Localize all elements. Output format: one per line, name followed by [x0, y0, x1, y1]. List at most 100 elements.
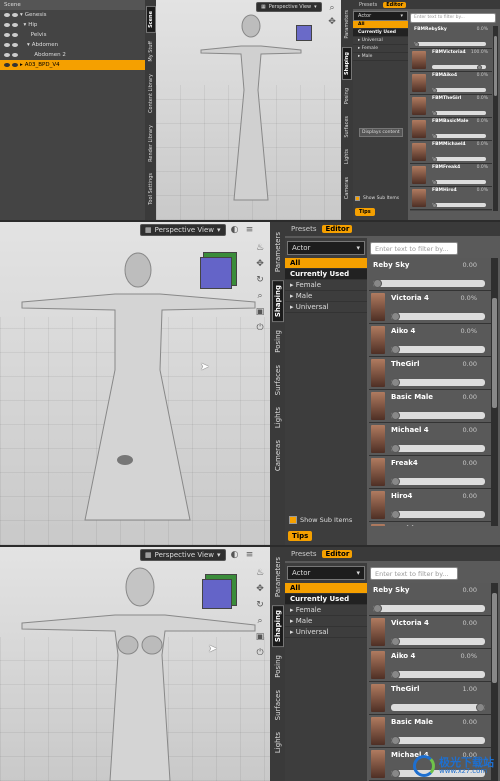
morph-row[interactable]: FBMVictoria4 100.0% — [410, 49, 492, 72]
morph-value[interactable]: 1.00 — [463, 685, 477, 693]
category-female[interactable]: ▸ Female — [285, 280, 367, 291]
slider-knob[interactable] — [414, 41, 419, 47]
displays-content-button[interactable]: Displays content — [359, 128, 403, 137]
tab-lights[interactable]: Lights — [273, 403, 283, 432]
morph-slider[interactable] — [432, 133, 486, 139]
morph-value[interactable]: 0.0% — [460, 294, 477, 302]
tips-button[interactable]: Tips — [288, 531, 313, 541]
reset-view-icon[interactable]: ◐ — [229, 549, 241, 561]
checkbox[interactable] — [355, 196, 360, 201]
slider-knob[interactable] — [391, 637, 400, 646]
tab-editor[interactable]: Editor — [383, 1, 407, 8]
tab-render-library[interactable]: Render Library — [147, 121, 155, 166]
scene-item[interactable]: ▾ Abdomen — [0, 40, 145, 50]
slider-knob[interactable] — [432, 87, 437, 93]
slider-knob[interactable] — [373, 604, 382, 613]
morph-value[interactable]: 100.0% — [471, 50, 488, 55]
slider-knob[interactable] — [391, 736, 400, 745]
eye-icon[interactable] — [12, 33, 18, 37]
eye-icon[interactable] — [4, 53, 10, 57]
scene-item-selected[interactable]: ▸ A03_BPD_V4 — [0, 60, 145, 70]
morph-slider[interactable] — [391, 703, 485, 712]
morph-value[interactable]: 0.00 — [463, 393, 477, 401]
tab-surfaces[interactable]: Surfaces — [273, 361, 283, 399]
scrollbar[interactable] — [493, 26, 498, 211]
eye-icon[interactable] — [12, 23, 18, 27]
slider-knob[interactable] — [432, 133, 437, 139]
tab-posing[interactable]: Posing — [273, 326, 283, 357]
eye-icon[interactable] — [4, 63, 10, 67]
morph-slider[interactable] — [391, 736, 485, 745]
morph-value[interactable]: 0.0% — [477, 188, 488, 193]
morph-value[interactable]: 0.0% — [460, 652, 477, 660]
tab-scene[interactable]: Scene — [145, 6, 156, 33]
morph-value[interactable]: 0.00 — [463, 360, 477, 368]
tab-presets[interactable]: Presets — [291, 225, 316, 233]
search-icon[interactable]: ⌕ — [326, 2, 338, 14]
actor-dropdown[interactable]: Actor ▾ — [287, 566, 365, 580]
morph-value[interactable]: 0.0% — [477, 27, 488, 32]
scene-item[interactable]: ▾ Genesis — [0, 10, 145, 20]
morph-slider[interactable] — [391, 510, 485, 519]
tab-posing[interactable]: Posing — [343, 84, 351, 108]
morph-row[interactable]: FBMTheGirl 0.0% — [410, 95, 492, 118]
morph-row[interactable]: Anubis — [369, 522, 491, 526]
tab-presets[interactable]: Presets — [291, 550, 316, 558]
morph-value[interactable]: 0.00 — [463, 261, 477, 269]
tab-parameters[interactable]: Parameters — [273, 553, 283, 601]
morph-row[interactable]: Reby Sky 0.00 — [369, 583, 491, 616]
tab-surfaces[interactable]: Surfaces — [343, 112, 351, 142]
category-female[interactable]: ▸ Female — [285, 605, 367, 616]
slider-knob[interactable] — [391, 378, 400, 387]
morph-slider[interactable] — [391, 637, 485, 646]
filter-input[interactable]: Enter text to filter by... — [370, 567, 458, 580]
morph-row[interactable]: TheGirl 1.00 — [369, 682, 491, 715]
morph-value[interactable]: 0.0% — [477, 142, 488, 147]
checkbox[interactable] — [289, 516, 297, 524]
morph-row[interactable]: Basic Male 0.00 — [369, 715, 491, 748]
tab-shaping[interactable]: Shaping — [271, 280, 284, 323]
slider-knob[interactable] — [432, 202, 437, 208]
morph-value[interactable]: 0.0% — [477, 96, 488, 101]
slider-knob[interactable] — [477, 64, 482, 70]
morph-slider[interactable] — [373, 279, 485, 288]
tab-lights[interactable]: Lights — [273, 728, 283, 757]
scrollbar[interactable] — [491, 258, 498, 526]
morph-slider[interactable] — [432, 179, 486, 185]
filter-input[interactable]: Enter text to filter by... — [410, 13, 496, 23]
morph-row[interactable]: Basic Male 0.00 — [369, 390, 491, 423]
morph-row[interactable]: Aiko 4 0.0% — [369, 324, 491, 357]
slider-knob[interactable] — [391, 769, 400, 778]
menu-icon[interactable]: ≡ — [244, 549, 256, 561]
morph-row[interactable]: FBMRebySky 0.0% — [410, 26, 492, 49]
morph-row[interactable]: Victoria 4 0.0% — [369, 291, 491, 324]
tab-surfaces[interactable]: Surfaces — [273, 686, 283, 724]
morph-slider[interactable] — [432, 156, 486, 162]
morph-row[interactable]: Aiko 4 0.0% — [369, 649, 491, 682]
slider-knob[interactable] — [391, 345, 400, 354]
morph-slider[interactable] — [391, 378, 485, 387]
morph-value[interactable]: 0.00 — [463, 718, 477, 726]
morph-row[interactable]: Freak4 0.00 — [369, 456, 491, 489]
morph-slider[interactable] — [432, 64, 486, 70]
morph-value[interactable]: 0.00 — [463, 586, 477, 594]
tab-content-library[interactable]: Content Library — [147, 70, 155, 117]
slider-knob[interactable] — [432, 179, 437, 185]
slider-knob[interactable] — [391, 670, 400, 679]
morph-row[interactable]: FBMMichael4 0.0% — [410, 141, 492, 164]
eye-icon[interactable] — [4, 23, 10, 27]
category-currently-used[interactable]: Currently Used — [353, 29, 408, 37]
category-universal[interactable]: ▸ Universal — [285, 302, 367, 313]
category-currently-used[interactable]: Currently Used — [285, 269, 367, 280]
category-currently-used[interactable]: Currently Used — [285, 594, 367, 605]
scene-item[interactable]: Pelvis — [0, 30, 145, 40]
scroll-thumb[interactable] — [494, 36, 497, 96]
scroll-thumb[interactable] — [492, 593, 497, 683]
menu-icon[interactable]: ≡ — [244, 224, 256, 236]
morph-slider[interactable] — [391, 477, 485, 486]
slider-knob[interactable] — [476, 703, 485, 712]
viewport-bottom[interactable]: ▦ Perspective View ▾ ◐ ≡ ♨ ✥ ↻ ⌕ ▣ ⏻ ➤ — [0, 547, 270, 781]
scrollbar[interactable] — [491, 583, 498, 781]
morph-slider[interactable] — [391, 444, 485, 453]
move-icon[interactable]: ✥ — [326, 16, 338, 28]
